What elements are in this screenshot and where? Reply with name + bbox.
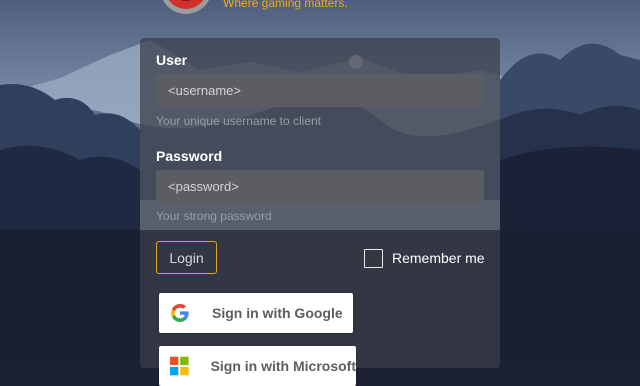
remember-me-label: Remember me: [392, 250, 485, 266]
login-button[interactable]: Login: [156, 241, 217, 274]
tagline: Where gaming matters.: [223, 0, 348, 10]
password-input[interactable]: [156, 170, 484, 203]
password-label: Password: [156, 148, 223, 164]
username-input[interactable]: [156, 74, 484, 107]
remember-me[interactable]: Remember me: [364, 247, 485, 269]
microsoft-sign-in-button[interactable]: Sign in with Microsoft: [159, 346, 356, 386]
google-sign-in-label: Sign in with Google: [212, 305, 343, 321]
username-hint: Your unique username to client: [156, 114, 321, 128]
microsoft-icon: [170, 356, 189, 376]
brand-header: Where gaming matters.: [158, 0, 618, 14]
google-g-icon: [171, 304, 189, 322]
microsoft-sign-in-label: Sign in with Microsoft: [210, 358, 356, 374]
google-sign-in-button[interactable]: Sign in with Google: [159, 293, 353, 333]
red-ring-logo-icon: [162, 0, 210, 14]
remember-me-checkbox[interactable]: [364, 248, 383, 268]
login-panel: User Your unique username to client Pass…: [140, 38, 500, 386]
password-hint: Your strong password: [156, 209, 272, 223]
user-label: User: [156, 52, 188, 68]
